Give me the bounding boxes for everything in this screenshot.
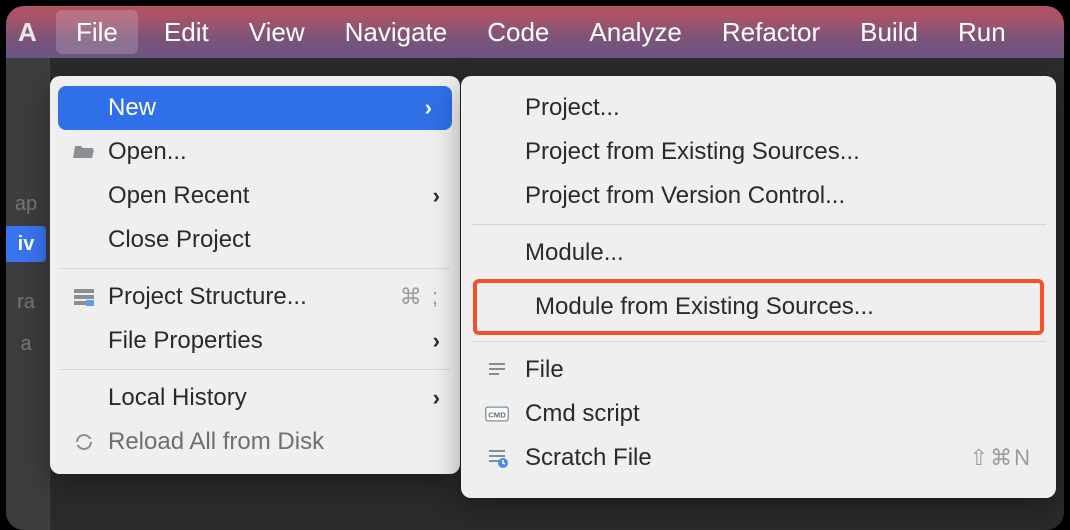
file-menu-dropdown: New › Open... Open Recent › Close Projec… bbox=[50, 76, 460, 474]
chevron-right-icon: › bbox=[433, 183, 440, 209]
toolwindow-chip[interactable]: a bbox=[6, 326, 46, 362]
menu-item-label: Scratch File bbox=[525, 444, 970, 472]
menu-item-label: Reload All from Disk bbox=[108, 428, 440, 456]
toolwindow-chip[interactable]: ra bbox=[6, 284, 46, 320]
menu-item-label: Project... bbox=[525, 94, 1032, 122]
new-project[interactable]: Project... bbox=[461, 86, 1056, 130]
file-menu-project-structure[interactable]: Project Structure... ⌘ ; bbox=[50, 275, 460, 319]
new-file[interactable]: File bbox=[461, 348, 1056, 392]
file-menu-close-project[interactable]: Close Project bbox=[50, 218, 460, 262]
menu-separator bbox=[60, 369, 450, 370]
file-menu-file-properties[interactable]: File Properties › bbox=[50, 319, 460, 363]
toolwindow-chip-active[interactable]: iv bbox=[6, 226, 46, 262]
file-menu-new[interactable]: New › bbox=[58, 86, 452, 130]
new-project-existing[interactable]: Project from Existing Sources... bbox=[461, 130, 1056, 174]
menu-item-label: Open Recent bbox=[108, 182, 433, 210]
menu-separator bbox=[471, 224, 1046, 225]
menu-navigate[interactable]: Navigate bbox=[325, 6, 468, 58]
toolwindow-chip[interactable]: ap bbox=[6, 186, 46, 222]
menu-item-label: Module... bbox=[525, 239, 1032, 267]
new-submenu: Project... Project from Existing Sources… bbox=[461, 76, 1056, 498]
menu-build[interactable]: Build bbox=[840, 6, 938, 58]
new-module[interactable]: Module... bbox=[461, 231, 1056, 275]
callout-highlight: Module from Existing Sources... bbox=[473, 279, 1044, 335]
menu-separator bbox=[471, 341, 1046, 342]
new-scratch-file[interactable]: Scratch File ⇧⌘N bbox=[461, 436, 1056, 480]
file-menu-open[interactable]: Open... bbox=[50, 130, 460, 174]
app-logo: A bbox=[14, 6, 50, 58]
menu-analyze[interactable]: Analyze bbox=[569, 6, 702, 58]
editor-area: ap iv ra a New › Open... Open Recent › bbox=[6, 58, 1064, 530]
folder-open-icon bbox=[72, 140, 108, 164]
cmd-icon: CMD bbox=[485, 402, 525, 426]
menu-file[interactable]: File bbox=[56, 10, 138, 54]
menu-item-label: Close Project bbox=[108, 226, 440, 254]
project-structure-icon bbox=[72, 285, 108, 309]
file-menu-open-recent[interactable]: Open Recent › bbox=[50, 174, 460, 218]
menu-separator bbox=[60, 268, 450, 269]
chevron-right-icon: › bbox=[425, 95, 432, 121]
menu-item-label: Module from Existing Sources... bbox=[535, 293, 1022, 321]
menu-item-shortcut: ⌘ ; bbox=[400, 284, 440, 310]
menu-item-label: File Properties bbox=[108, 327, 433, 355]
reload-icon bbox=[72, 430, 108, 454]
menu-item-label: Local History bbox=[108, 384, 433, 412]
menu-item-shortcut: ⇧⌘N bbox=[970, 445, 1032, 471]
svg-text:CMD: CMD bbox=[488, 410, 506, 419]
chevron-right-icon: › bbox=[433, 385, 440, 411]
menubar: A File Edit View Navigate Code Analyze R… bbox=[6, 6, 1064, 58]
menu-run[interactable]: Run bbox=[938, 6, 1016, 58]
menu-view[interactable]: View bbox=[229, 6, 325, 58]
menu-edit[interactable]: Edit bbox=[144, 6, 229, 58]
file-icon bbox=[485, 358, 525, 382]
menu-item-label: Cmd script bbox=[525, 400, 1032, 428]
app-window: A File Edit View Navigate Code Analyze R… bbox=[6, 6, 1064, 530]
file-menu-local-history[interactable]: Local History › bbox=[50, 376, 460, 420]
menu-item-label: Project from Existing Sources... bbox=[525, 138, 1032, 166]
menu-item-label: Open... bbox=[108, 138, 440, 166]
scratch-file-icon bbox=[485, 446, 525, 470]
file-menu-reload-disk[interactable]: Reload All from Disk bbox=[50, 420, 460, 464]
menu-item-label: New bbox=[108, 94, 425, 122]
menu-item-label: Project Structure... bbox=[108, 283, 400, 311]
menu-item-label: File bbox=[525, 356, 1032, 384]
menu-code[interactable]: Code bbox=[467, 6, 569, 58]
tool-window-strip: ap iv ra a bbox=[6, 58, 50, 530]
new-project-vcs[interactable]: Project from Version Control... bbox=[461, 174, 1056, 218]
chevron-right-icon: › bbox=[433, 328, 440, 354]
new-cmd-script[interactable]: CMD Cmd script bbox=[461, 392, 1056, 436]
new-module-existing[interactable]: Module from Existing Sources... bbox=[477, 283, 1040, 331]
menu-refactor[interactable]: Refactor bbox=[702, 6, 840, 58]
menu-item-label: Project from Version Control... bbox=[525, 182, 1032, 210]
